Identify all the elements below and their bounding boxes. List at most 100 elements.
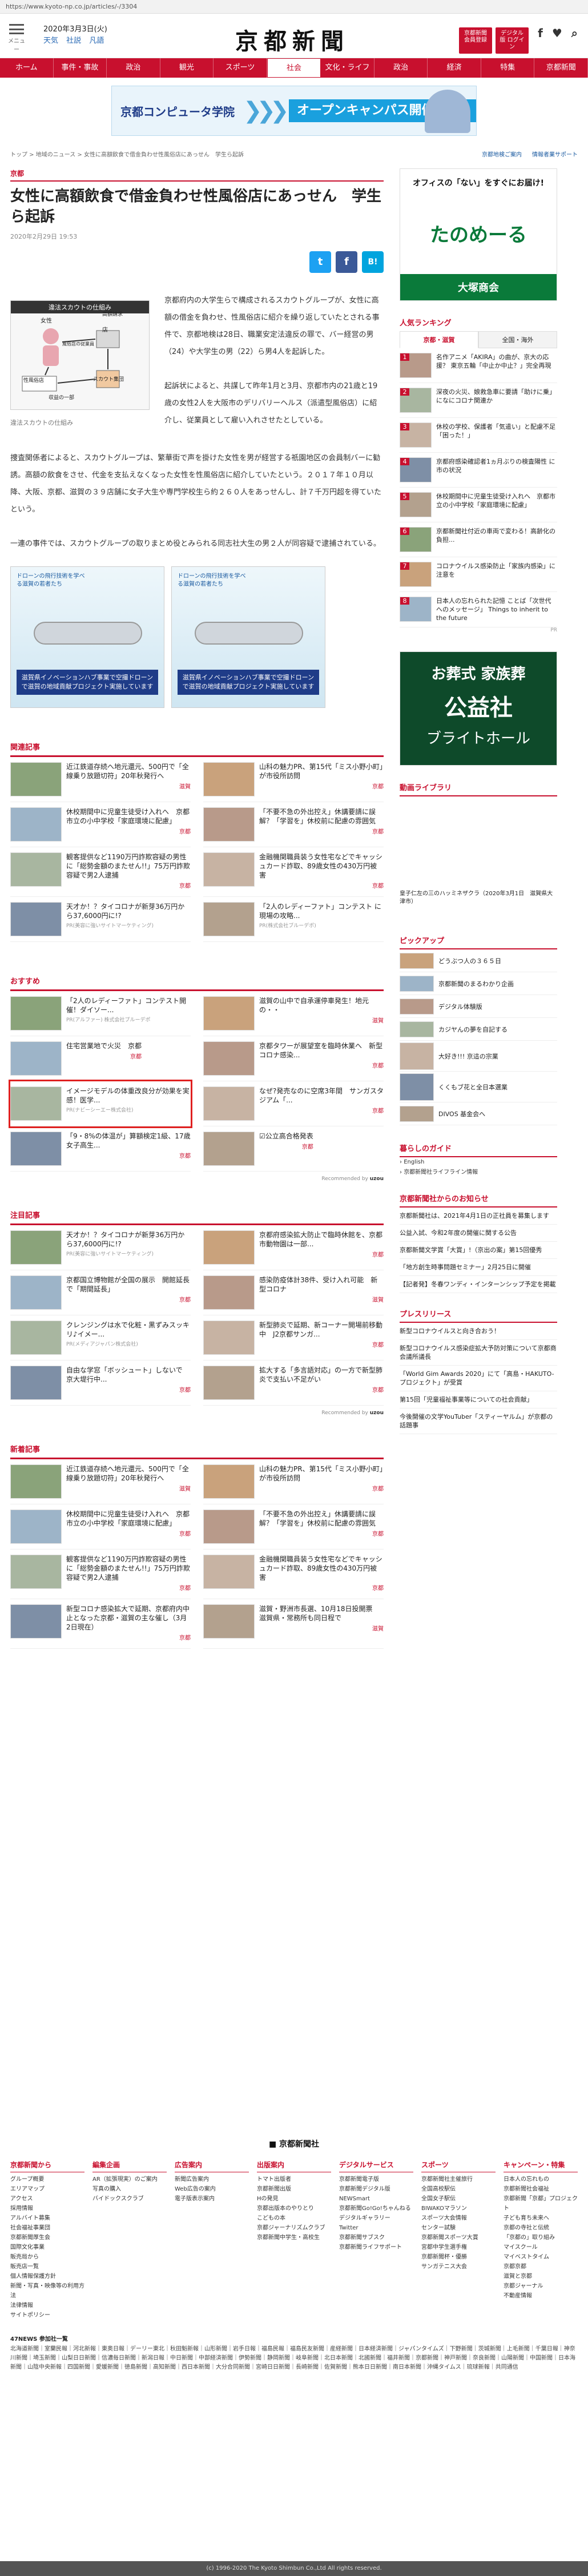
footer-link[interactable]: Web広告の案内	[175, 2184, 249, 2194]
url-bar[interactable]: https://www.kyoto-np.co.jp/articles/-/33…	[0, 0, 588, 14]
pickup-item[interactable]: 大好き!!! 京這の宗業	[400, 1041, 557, 1072]
footer-link[interactable]: 京都新聞中学生・高校生	[257, 2233, 331, 2243]
bongo-link[interactable]: 凡語	[89, 37, 104, 45]
life-item-lifeline[interactable]: › 京都新聞社ライフライン情報	[400, 1168, 557, 1178]
footer-link[interactable]: 京都新聞サブスク	[339, 2233, 413, 2243]
card-category[interactable]: 京都	[259, 1341, 384, 1350]
article-card[interactable]: 山科の魅力PR、第15代「ミス小野小町」が市役所訪問 京都	[203, 757, 384, 802]
press-item[interactable]: 第15回「児童福祉事業等についての社会貢献」	[400, 1391, 557, 1408]
footer-link[interactable]: 新聞・写真・映像等の利用方法	[10, 2281, 84, 2301]
card-category[interactable]: 滋賀	[66, 1485, 191, 1494]
footer-link[interactable]: 全国女子駅伝	[421, 2194, 496, 2204]
card-category[interactable]: 京都	[66, 1053, 142, 1062]
nav-politics[interactable]: 政治	[107, 58, 160, 78]
footer-link[interactable]: 新聞広告案内	[175, 2175, 249, 2184]
editorial-link[interactable]: 社説	[66, 37, 81, 45]
notice-item[interactable]: 「地方創生時事問題セミナー」2月25日に開催	[400, 1259, 557, 1276]
card-category[interactable]: 京都	[259, 1530, 384, 1539]
ranking-item[interactable]: 6 京都新聞社付近の車両で変わる！高齢化の負担...	[400, 522, 557, 557]
card-category[interactable]: 京都	[259, 828, 384, 837]
nav-home[interactable]: ホーム	[0, 58, 54, 78]
register-button[interactable]: 京都新聞 会員登録	[459, 27, 492, 54]
footer-link[interactable]: サイトポリシー	[10, 2311, 84, 2320]
article-card[interactable]: 「2人のレディーファト」コンテスト に 現場の攻略... PR(株式会社ブルーデポ…	[203, 897, 384, 942]
pickup-item[interactable]: くくもブ花と全日本選業	[400, 1072, 557, 1102]
ranking-item[interactable]: 5 休校期間中に児童生徒受け入れへ 京都市立の小中学校「家庭環境に配慮」	[400, 488, 557, 522]
footer-link[interactable]: マイスクール	[504, 2243, 578, 2252]
footer-link[interactable]: 京都新聞社会福祉	[504, 2184, 578, 2194]
footer-link[interactable]: 京都新聞スポーツ大賞	[421, 2233, 496, 2243]
article-card[interactable]: 天才か！？タイコロナが新芽36万円から37,6000円に!? PR(美容に強いサイ…	[10, 1225, 191, 1270]
facebook-share-button[interactable]: f	[336, 251, 357, 273]
article-card[interactable]: 観客提供など1190万円詐欺容疑の男性に「総勢金額のまたせん!!」75万円詐欺 …	[10, 847, 197, 897]
article-card[interactable]: 山科の魅力PR、第15代「ミス小野小町」が市役所訪問 京都	[203, 1459, 384, 1504]
article-card[interactable]: 「2人のレディーファト」コンテスト開催！ダイソー... PR(アルファー) 株式会…	[10, 991, 191, 1036]
card-category[interactable]: 京都	[66, 1530, 191, 1539]
notice-item[interactable]: 京都新聞社は、2021年4月1日の正社員を募集します	[400, 1208, 557, 1225]
footer-link[interactable]: 電子版表示案内	[175, 2194, 249, 2204]
site-logo[interactable]: 京都新聞	[212, 23, 372, 56]
article-card[interactable]: 観客提供など1190万円詐欺容疑の男性に「総勢金額のまたせん!!」75万円詐欺 …	[10, 1549, 197, 1599]
footer-link[interactable]: BIWAKOマラソン	[421, 2204, 496, 2213]
article-card[interactable]: ☑公立高合格発表 京都	[203, 1126, 384, 1172]
prosecutor-link[interactable]: 京都地検ご案内	[482, 150, 522, 158]
nav-incidents[interactable]: 事件・事故	[54, 58, 107, 78]
footer-link[interactable]: 全国高校駅伝	[421, 2184, 496, 2194]
article-card[interactable]: クレンジングは水で化粧・黒ずみスッキリ♪イメー... PR(メディアジャパン株式会…	[10, 1315, 191, 1361]
twitter-share-button[interactable]: t	[309, 251, 331, 273]
footer-link[interactable]: 社会福祉事業団	[10, 2223, 84, 2233]
article-card[interactable]: 金融機関職員装う女性宅などでキャッシュカード詐取、89歳女性の430万円被害 京都	[203, 847, 384, 897]
article-card[interactable]: 住宅営業地で火災 京都 京都	[10, 1036, 191, 1081]
article-card[interactable]: イメージモデルの体重改良分が効果を実感！医学... PR(ナビーシーエー株式会社)	[9, 1080, 192, 1128]
footer-link[interactable]: 京都新聞厚生会	[10, 2233, 84, 2243]
press-item[interactable]: 新型コロナウイルス感染症拡大予防対策について京都商会議所議長	[400, 1340, 557, 1366]
footer-link[interactable]: スポーツ大会情報	[421, 2213, 496, 2223]
footer-link[interactable]: 滋賀と京都	[504, 2272, 578, 2281]
article-card[interactable]: 滋賀・野洲市長選、10月18日投開票 滋賀県・常務所も同日程で 滋賀	[203, 1599, 384, 1649]
card-category[interactable]: 京都	[66, 1634, 191, 1643]
twitter-icon[interactable]: ♥	[552, 26, 562, 40]
footer-link[interactable]: 京都新聞出版	[257, 2184, 331, 2194]
nav-sports[interactable]: スポーツ	[214, 58, 267, 78]
footer-link[interactable]: 採用情報	[10, 2204, 84, 2213]
footer-link[interactable]: 京都新聞デジタル版	[339, 2184, 413, 2194]
tanomeru-ad[interactable]: オフィスの「ない」をすぐにお届け! たのめーる 大塚商会	[400, 168, 557, 301]
nav-society[interactable]: 社会	[267, 58, 321, 78]
footer-link[interactable]: Hの発見	[257, 2194, 331, 2204]
video-thumbnail[interactable]	[400, 801, 557, 887]
footer-link[interactable]: NEWSmart	[339, 2194, 413, 2204]
card-category[interactable]: 京都	[259, 1251, 384, 1260]
footer-link[interactable]: バイドックスクラブ	[92, 2194, 167, 2204]
card-category[interactable]: 京都	[259, 783, 384, 792]
footer-link[interactable]: 販売局から	[10, 2252, 84, 2262]
life-item-english[interactable]: › English	[400, 1157, 557, 1168]
notice-item[interactable]: 京都新聞文学賞「大賞」!（京出の案」第15回優秀	[400, 1242, 557, 1259]
footer-link[interactable]: 販売店一覧	[10, 2262, 84, 2272]
top-banner-ad[interactable]: 京都コンピュータ学院 ❯❯❯ オープンキャンパス開催中	[111, 86, 477, 136]
card-category[interactable]: 京都	[259, 1062, 384, 1071]
article-card[interactable]: 休校期間中に児童生徒受け入れへ 京都市立の小中学校「家庭環境に配慮」 京都	[10, 1504, 191, 1549]
article-card[interactable]: 金融機関職員装う女性宅などでキャッシュカード詐取、89歳女性の430万円被害 京都	[203, 1549, 384, 1599]
press-item[interactable]: 今後開催の文学YouTuber「スティーヤルム」が京都の話題事	[400, 1408, 557, 1434]
article-category[interactable]: 京都	[10, 158, 384, 182]
footer-link[interactable]: アルバイト募集	[10, 2213, 84, 2223]
nav-economy[interactable]: 経済	[428, 58, 481, 78]
tab-kyoto-shiga[interactable]: 京都・滋賀	[400, 331, 478, 348]
article-card[interactable]: 自由な学窓「ボッシュート」しないで 京大堤行中... 京都	[10, 1361, 191, 1406]
video-caption[interactable]: 皇子仁左の三のハッミネザクラ（2020年3月1日 滋賀県大津市）	[400, 890, 557, 906]
card-category[interactable]: 京都	[66, 1386, 191, 1395]
footer-link[interactable]: 京都出版本のやりとり	[257, 2204, 331, 2213]
footer-link[interactable]: 国際文化事業	[10, 2243, 84, 2252]
footer-link[interactable]: 個人情報保護方針	[10, 2272, 84, 2281]
article-card[interactable]: 京都国立博物館が全国の展示 開館延長で「期間延長」 京都	[10, 1270, 191, 1315]
nav-culture[interactable]: 文化・ライフ	[321, 58, 374, 78]
nav-politics-2[interactable]: 政治	[374, 58, 428, 78]
login-button[interactable]: デジタル版 ログイン	[496, 27, 529, 54]
drone-ad-2[interactable]: ドローンの飛行技術を学べる滋賀の若者たち 滋賀県イノベーションハブ事業で空撮ドロ…	[171, 566, 325, 708]
pickup-item[interactable]: DIVOS 基金会へ	[400, 1102, 557, 1125]
footer-link[interactable]: エリアマップ	[10, 2184, 84, 2194]
card-category[interactable]: 滋賀	[259, 1296, 384, 1305]
article-card[interactable]: 京都府感染拡大防止で臨時休館を、京都市動物園は一部... 京都	[203, 1225, 384, 1270]
ranking-item[interactable]: 3 休校の学校、保護者「気遣い」と配慮不足「困った！」	[400, 418, 557, 453]
facebook-icon[interactable]: f	[538, 26, 543, 40]
